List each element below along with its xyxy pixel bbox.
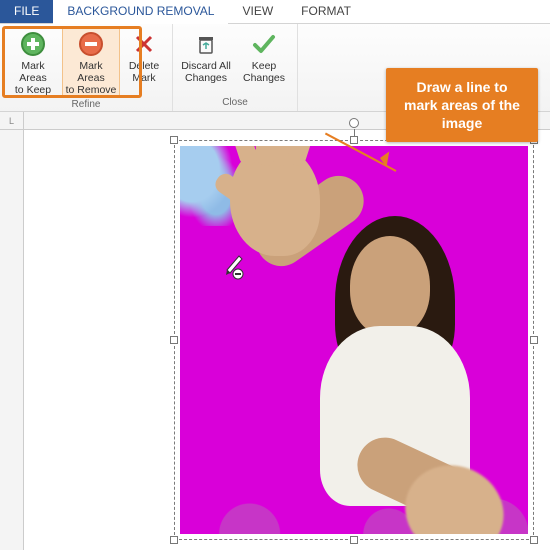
label: to Keep bbox=[15, 84, 51, 96]
resize-handle-ml[interactable] bbox=[170, 336, 178, 344]
delete-x-icon bbox=[130, 30, 158, 58]
group-label-refine: Refine bbox=[72, 97, 101, 113]
ruler-corner: L bbox=[0, 112, 24, 130]
label: Delete bbox=[129, 60, 159, 72]
resize-handle-br[interactable] bbox=[530, 536, 538, 544]
label: Keep bbox=[252, 60, 277, 72]
group-close: Discard All Changes Keep Changes Close bbox=[173, 24, 298, 111]
document-canvas[interactable] bbox=[24, 130, 550, 550]
minus-circle-icon bbox=[77, 30, 105, 58]
plus-circle-icon bbox=[19, 30, 47, 58]
label: to Remove bbox=[66, 84, 117, 96]
keep-changes-button[interactable]: Keep Changes bbox=[235, 26, 293, 95]
tutorial-callout: Draw a line to mark areas of the image bbox=[386, 68, 538, 142]
pencil-minus-cursor-icon bbox=[224, 252, 248, 280]
tab-view[interactable]: VIEW bbox=[228, 0, 287, 23]
resize-handle-bm[interactable] bbox=[350, 536, 358, 544]
group-label-close: Close bbox=[222, 95, 248, 111]
trash-recycle-icon bbox=[192, 30, 220, 58]
resize-handle-tl[interactable] bbox=[170, 136, 178, 144]
label: Discard All bbox=[181, 60, 231, 72]
label: Changes bbox=[243, 72, 285, 84]
tab-file[interactable]: FILE bbox=[0, 0, 53, 23]
label: Mark bbox=[132, 72, 155, 84]
callout-arrow-icon bbox=[371, 149, 390, 168]
discard-all-changes-button[interactable]: Discard All Changes bbox=[177, 26, 235, 95]
selected-image[interactable] bbox=[174, 140, 534, 540]
tab-background-removal[interactable]: BACKGROUND REMOVAL bbox=[53, 0, 228, 24]
rotate-handle[interactable] bbox=[349, 118, 359, 128]
selection-border bbox=[174, 140, 534, 540]
label: Mark Areas bbox=[7, 60, 59, 84]
label: Changes bbox=[185, 72, 227, 84]
mark-areas-to-keep-button[interactable]: Mark Areas to Keep bbox=[4, 26, 62, 97]
label: Mark Areas bbox=[65, 60, 117, 84]
checkmark-icon bbox=[250, 30, 278, 58]
resize-handle-bl[interactable] bbox=[170, 536, 178, 544]
ribbon-tabs: FILE BACKGROUND REMOVAL VIEW FORMAT bbox=[0, 0, 550, 24]
delete-mark-button[interactable]: Delete Mark bbox=[120, 26, 168, 97]
tab-format[interactable]: FORMAT bbox=[287, 0, 365, 23]
ruler-vertical[interactable] bbox=[0, 130, 24, 550]
mark-areas-to-remove-button[interactable]: Mark Areas to Remove bbox=[62, 26, 120, 97]
resize-handle-tm[interactable] bbox=[350, 136, 358, 144]
resize-handle-mr[interactable] bbox=[530, 336, 538, 344]
group-refine: Mark Areas to Keep Mark Areas to Remove … bbox=[0, 24, 173, 111]
